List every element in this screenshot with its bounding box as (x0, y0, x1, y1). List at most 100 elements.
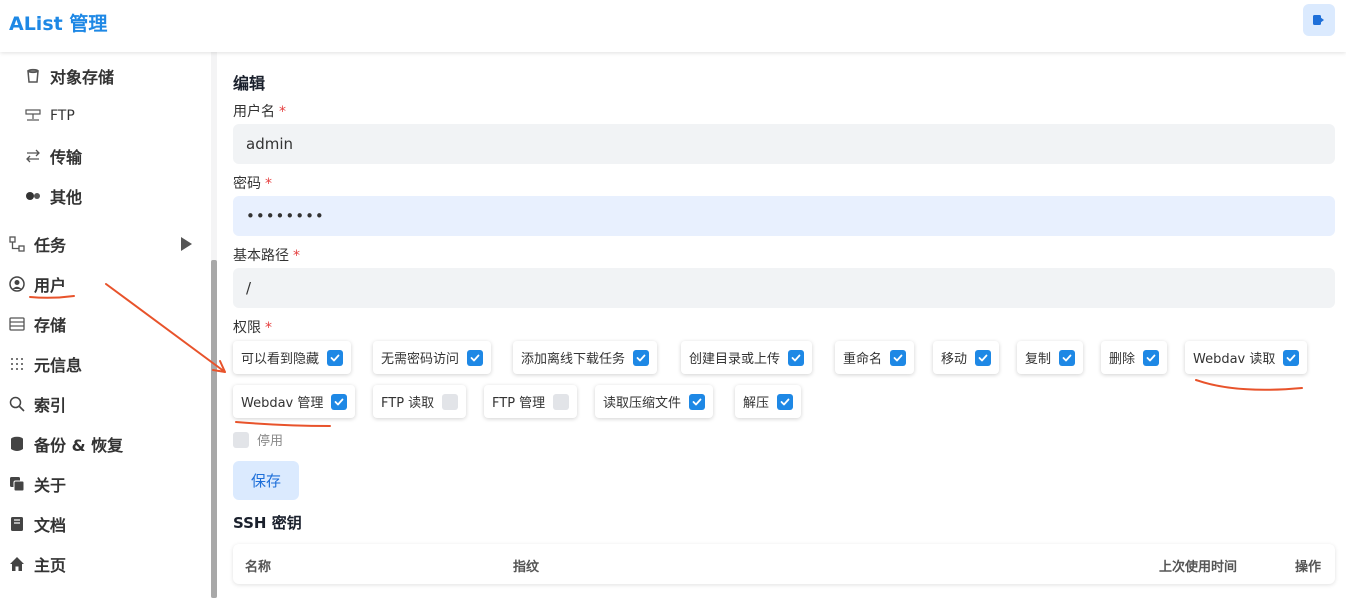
transfer-icon (24, 147, 42, 165)
sidebar-item-storage[interactable]: 存储 (8, 312, 66, 336)
sidebar-item-label: 关于 (34, 476, 67, 495)
check-icon (1062, 354, 1072, 361)
column-header-name: 名称 (245, 560, 272, 575)
search-icon (8, 395, 26, 413)
checkbox[interactable] (327, 349, 344, 366)
sidebar-item-backup[interactable]: 备份 & 恢复 (8, 432, 123, 456)
sidebar: 对象存储 FTP 传输 其他 任务 用户 存储 元信息 索引 备份 & 恢复 关… (0, 52, 211, 598)
checkbox[interactable] (1283, 349, 1300, 366)
check-icon (636, 354, 646, 361)
permission-webdav-manage[interactable]: Webdav 管理 (233, 385, 356, 418)
app-title: AList 管理 (9, 13, 108, 35)
sidebar-item-docs[interactable]: 文档 (8, 512, 66, 536)
sidebar-item-label: 传输 (50, 148, 83, 167)
permission-delete[interactable]: 删除 (1101, 341, 1168, 374)
sidebar-item-other[interactable]: 其他 (24, 184, 82, 208)
permission-mkdir-upload[interactable]: 创建目录或上传 (681, 341, 813, 374)
sidebar-item-about[interactable]: 关于 (8, 472, 66, 496)
check-icon (893, 354, 903, 361)
sidebar-item-transfer[interactable]: 传输 (24, 144, 82, 168)
sidebar-item-label: 对象存储 (50, 68, 115, 87)
sidebar-item-label: FTP (50, 108, 75, 124)
permission-offline-download[interactable]: 添加离线下载任务 (513, 341, 658, 374)
basepath-label: 基本路径 * (233, 248, 300, 264)
checkbox[interactable] (633, 349, 650, 366)
checkbox[interactable] (331, 393, 348, 410)
permission-ftp-read[interactable]: FTP 读取 (373, 385, 467, 418)
check-icon (692, 398, 702, 405)
check-icon (780, 398, 790, 405)
database-icon (8, 435, 26, 453)
meta-icon (8, 355, 26, 373)
checkbox[interactable] (890, 349, 907, 366)
main-content: 编辑 用户名 * admin 密码 * •••••••• 基本路径 * / 权限 * 可… (217, 52, 1346, 598)
edit-title: 编辑 (233, 74, 266, 93)
permission-no-password[interactable]: 无需密码访问 (373, 341, 492, 374)
disable-checkbox[interactable] (233, 431, 249, 448)
permissions-label: 权限 * (233, 320, 272, 336)
checkbox[interactable] (975, 349, 992, 366)
tasks-expand-icon[interactable] (181, 237, 192, 251)
sidebar-item-label: 存储 (34, 316, 67, 335)
book-icon (8, 515, 26, 533)
permission-move[interactable]: 移动 (933, 341, 1000, 374)
permission-webdav-read[interactable]: Webdav 读取 (1185, 341, 1308, 374)
password-input[interactable]: •••••••• (233, 196, 1335, 236)
checkbox[interactable] (1143, 349, 1160, 366)
user-icon (8, 275, 26, 293)
app-header: AList 管理 (0, 0, 1346, 52)
checkbox[interactable] (777, 393, 794, 410)
logout-icon (1313, 15, 1324, 25)
password-label: 密码 * (233, 176, 272, 192)
save-button[interactable]: 保存 (233, 461, 299, 500)
permission-see-hidden[interactable]: 可以看到隐藏 (233, 341, 352, 374)
bucket-icon (24, 67, 42, 85)
permission-ftp-manage[interactable]: FTP 管理 (484, 385, 578, 418)
tasks-icon (8, 235, 26, 253)
checkbox[interactable] (553, 393, 570, 410)
disable-label: 停用 (257, 434, 284, 449)
sidebar-item-label: 任务 (34, 236, 67, 255)
sidebar-item-meta[interactable]: 元信息 (8, 352, 82, 376)
toggle-icon (24, 187, 42, 205)
check-icon (1286, 354, 1296, 361)
column-header-fingerprint: 指纹 (513, 560, 540, 575)
column-header-actions: 操作 (1295, 560, 1322, 575)
sidebar-item-home[interactable]: 主页 (8, 552, 66, 576)
sidebar-item-label: 元信息 (34, 356, 83, 375)
checkbox[interactable] (442, 393, 459, 410)
sidebar-item-label: 用户 (34, 276, 67, 295)
sidebar-item-label: 其他 (50, 188, 83, 207)
copy-icon (8, 475, 26, 493)
sidebar-item-label: 文档 (34, 516, 67, 535)
permission-read-archive[interactable]: 读取压缩文件 (595, 385, 714, 418)
ssh-keys-title: SSH 密钥 (233, 514, 302, 532)
checkbox[interactable] (1059, 349, 1076, 366)
ssh-keys-table: 名称 指纹 上次使用时间 操作 (233, 544, 1335, 584)
logout-button[interactable] (1303, 4, 1335, 36)
sidebar-item-label: 主页 (34, 556, 67, 575)
sidebar-item-ftp[interactable]: FTP (24, 104, 75, 128)
disable-toggle[interactable]: 停用 (233, 430, 283, 449)
checkbox[interactable] (467, 349, 484, 366)
basepath-input[interactable]: / (233, 268, 1335, 308)
sidebar-item-tasks[interactable]: 任务 (8, 232, 66, 256)
check-icon (330, 354, 340, 361)
check-icon (791, 354, 801, 361)
sidebar-item-object-storage[interactable]: 对象存储 (24, 64, 114, 88)
username-input[interactable]: admin (233, 124, 1335, 164)
permission-decompress[interactable]: 解压 (735, 385, 802, 418)
sidebar-item-users[interactable]: 用户 (8, 272, 66, 296)
check-icon (978, 354, 988, 361)
permission-copy[interactable]: 复制 (1017, 341, 1084, 374)
column-header-last-used: 上次使用时间 (1159, 560, 1238, 575)
permission-rename[interactable]: 重命名 (835, 341, 915, 374)
sidebar-item-index[interactable]: 索引 (8, 392, 66, 416)
ftp-icon (24, 107, 42, 125)
storage-icon (8, 315, 26, 333)
checkbox[interactable] (689, 393, 706, 410)
check-icon (1146, 354, 1156, 361)
checkbox[interactable] (788, 349, 805, 366)
check-icon (334, 398, 344, 405)
username-label: 用户名 * (233, 104, 286, 120)
